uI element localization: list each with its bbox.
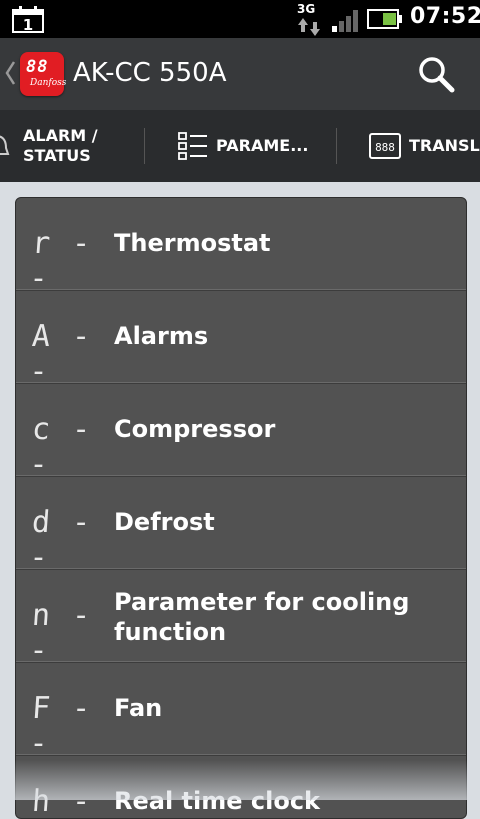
list-item-fan[interactable]: F - - Fan (16, 663, 466, 761)
back-chevron-icon[interactable] (4, 58, 16, 88)
list-item-compressor[interactable]: c - - Compressor (16, 384, 466, 482)
svg-text:888: 888 (375, 141, 395, 154)
segment-display-icon: 888 (369, 133, 401, 159)
tab-translation-label: TRANSLA (409, 136, 480, 155)
group-code: n - - (28, 598, 94, 668)
group-code: c - - (28, 412, 94, 482)
clock-time: 07:52 (410, 4, 480, 29)
group-label: Defrost (114, 508, 215, 536)
network-type: 3G (297, 2, 316, 16)
action-bar: 88 Danfoss AK-CC 550A (0, 38, 480, 111)
group-code: A - - (28, 319, 94, 389)
list-item-defrost[interactable]: d - - Defrost (16, 477, 466, 575)
parameter-group-list: r - - Thermostat A - - Alarms c - - Comp… (15, 197, 467, 819)
app-logo[interactable]: 88 Danfoss (20, 52, 67, 96)
group-label: Thermostat (114, 229, 271, 257)
group-label: Real time clock (114, 787, 321, 815)
list-item-cooling-function[interactable]: n - - Parameter for cooling function (16, 570, 466, 668)
group-label: Fan (114, 694, 163, 722)
group-code: r - - (28, 226, 94, 296)
list-item-real-time-clock[interactable]: h - - Real time clock (16, 756, 466, 819)
group-code: h - - (30, 784, 94, 819)
tab-alarm-status-label: ALARM / STATUS (23, 126, 98, 165)
list-icon (178, 132, 207, 160)
bell-icon (0, 135, 10, 155)
group-label: Alarms (114, 322, 209, 350)
group-code: F - - (28, 691, 94, 761)
calendar-day: 1 (23, 16, 33, 33)
group-label: Parameter for cooling function (114, 588, 410, 646)
app-title: AK-CC 550A (73, 58, 227, 88)
group-code: d - - (28, 505, 94, 575)
signal-icon (332, 10, 358, 32)
tab-bar: ALARM / STATUS PARAME... 888 TRANSLA (0, 110, 480, 292)
tab-alarm-status[interactable]: ALARM / STATUS (0, 110, 145, 182)
battery-icon (367, 9, 402, 29)
network-3g-icon: 3G (297, 2, 321, 36)
tab-translation[interactable]: 888 TRANSLA (337, 110, 480, 182)
list-item-thermostat[interactable]: r - - Thermostat (16, 198, 466, 296)
calendar-icon: 1 (12, 6, 44, 33)
list-item-alarms[interactable]: A - - Alarms (16, 291, 466, 389)
tab-parameters-label: PARAME... (216, 136, 309, 155)
status-bar: 1 3G 07:52 (0, 0, 480, 38)
group-label: Compressor (114, 415, 276, 443)
logo-brand: Danfoss (30, 78, 67, 88)
search-icon[interactable] (414, 54, 458, 94)
tab-parameters[interactable]: PARAME... (145, 110, 337, 182)
logo-display: 88 (26, 57, 49, 77)
